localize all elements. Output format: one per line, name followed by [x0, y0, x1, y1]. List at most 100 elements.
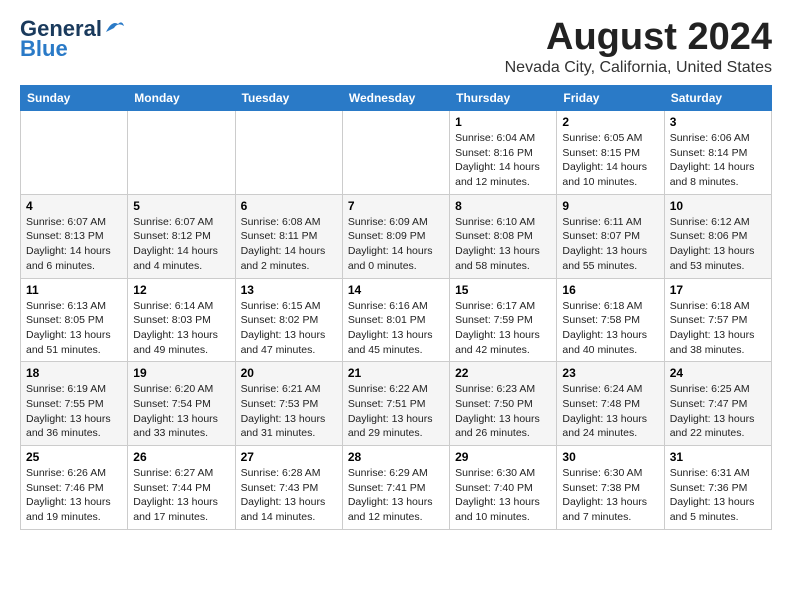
calendar-cell: 29 Sunrise: 6:30 AMSunset: 7:40 PMDayligh…	[450, 446, 557, 530]
day-number: 7	[348, 199, 444, 213]
calendar-cell: 9 Sunrise: 6:11 AMSunset: 8:07 PMDaylight…	[557, 194, 664, 278]
calendar-cell: 25Sunrise: 6:26 AMSunset: 7:46 PMDayligh…	[21, 446, 128, 530]
col-header-friday: Friday	[557, 86, 664, 111]
day-number: 13	[241, 283, 337, 297]
title-area: August 2024 Nevada City, California, Uni…	[505, 16, 772, 77]
calendar-cell: 30Sunrise: 6:30 AMSunset: 7:38 PMDayligh…	[557, 446, 664, 530]
calendar-cell: 5 Sunrise: 6:07 AMSunset: 8:12 PMDaylight…	[128, 194, 235, 278]
calendar-cell: 13 Sunrise: 6:15 AMSunset: 8:02 PMDayligh…	[235, 278, 342, 362]
calendar-cell: 26 Sunrise: 6:27 AMSunset: 7:44 PMDayligh…	[128, 446, 235, 530]
day-info: Sunrise: 6:06 AMSunset: 8:14 PMDaylight:…	[670, 131, 766, 190]
calendar-cell: 31 Sunrise: 6:31 AMSunset: 7:36 PMDayligh…	[664, 446, 771, 530]
calendar-cell: 12 Sunrise: 6:14 AMSunset: 8:03 PMDayligh…	[128, 278, 235, 362]
day-number: 5	[133, 199, 229, 213]
logo: General Blue	[20, 16, 126, 62]
day-number: 23	[562, 366, 658, 380]
col-header-monday: Monday	[128, 86, 235, 111]
calendar-cell: 18 Sunrise: 6:19 AMSunset: 7:55 PMDayligh…	[21, 362, 128, 446]
col-header-saturday: Saturday	[664, 86, 771, 111]
calendar-cell	[128, 111, 235, 195]
day-number: 3	[670, 115, 766, 129]
calendar-cell: 24Sunrise: 6:25 AMSunset: 7:47 PMDayligh…	[664, 362, 771, 446]
day-number: 2	[562, 115, 658, 129]
day-number: 26	[133, 450, 229, 464]
day-number: 25	[26, 450, 122, 464]
page-header: General Blue August 2024 Nevada City, Ca…	[20, 16, 772, 77]
calendar-cell: 10 Sunrise: 6:12 AMSunset: 8:06 PMDayligh…	[664, 194, 771, 278]
day-number: 20	[241, 366, 337, 380]
day-info: Sunrise: 6:27 AMSunset: 7:44 PMDaylight:…	[133, 466, 229, 525]
day-info: Sunrise: 6:12 AMSunset: 8:06 PMDaylight:…	[670, 215, 766, 274]
day-info: Sunrise: 6:21 AMSunset: 7:53 PMDaylight:…	[241, 382, 337, 441]
day-info: Sunrise: 6:25 AMSunset: 7:47 PMDaylight:…	[670, 382, 766, 441]
day-info: Sunrise: 6:07 AMSunset: 8:12 PMDaylight:…	[133, 215, 229, 274]
day-info: Sunrise: 6:11 AMSunset: 8:07 PMDaylight:…	[562, 215, 658, 274]
day-info: Sunrise: 6:28 AMSunset: 7:43 PMDaylight:…	[241, 466, 337, 525]
day-info: Sunrise: 6:18 AMSunset: 7:58 PMDaylight:…	[562, 299, 658, 358]
day-info: Sunrise: 6:22 AMSunset: 7:51 PMDaylight:…	[348, 382, 444, 441]
day-number: 29	[455, 450, 551, 464]
col-header-wednesday: Wednesday	[342, 86, 449, 111]
day-info: Sunrise: 6:08 AMSunset: 8:11 PMDaylight:…	[241, 215, 337, 274]
day-info: Sunrise: 6:09 AMSunset: 8:09 PMDaylight:…	[348, 215, 444, 274]
calendar-cell: 3 Sunrise: 6:06 AMSunset: 8:14 PMDaylight…	[664, 111, 771, 195]
day-number: 8	[455, 199, 551, 213]
calendar-week-row: 1 Sunrise: 6:04 AMSunset: 8:16 PMDaylight…	[21, 111, 772, 195]
calendar-week-row: 25Sunrise: 6:26 AMSunset: 7:46 PMDayligh…	[21, 446, 772, 530]
calendar-cell: 1 Sunrise: 6:04 AMSunset: 8:16 PMDaylight…	[450, 111, 557, 195]
calendar-cell	[235, 111, 342, 195]
day-info: Sunrise: 6:23 AMSunset: 7:50 PMDaylight:…	[455, 382, 551, 441]
col-header-tuesday: Tuesday	[235, 86, 342, 111]
location-title: Nevada City, California, United States	[505, 59, 772, 77]
day-info: Sunrise: 6:16 AMSunset: 8:01 PMDaylight:…	[348, 299, 444, 358]
calendar-cell: 17Sunrise: 6:18 AMSunset: 7:57 PMDayligh…	[664, 278, 771, 362]
day-info: Sunrise: 6:04 AMSunset: 8:16 PMDaylight:…	[455, 131, 551, 190]
calendar-cell: 4 Sunrise: 6:07 AMSunset: 8:13 PMDaylight…	[21, 194, 128, 278]
day-info: Sunrise: 6:24 AMSunset: 7:48 PMDaylight:…	[562, 382, 658, 441]
day-info: Sunrise: 6:20 AMSunset: 7:54 PMDaylight:…	[133, 382, 229, 441]
col-header-sunday: Sunday	[21, 86, 128, 111]
calendar-cell: 22Sunrise: 6:23 AMSunset: 7:50 PMDayligh…	[450, 362, 557, 446]
day-number: 14	[348, 283, 444, 297]
calendar-cell: 28Sunrise: 6:29 AMSunset: 7:41 PMDayligh…	[342, 446, 449, 530]
day-info: Sunrise: 6:14 AMSunset: 8:03 PMDaylight:…	[133, 299, 229, 358]
calendar-cell: 2Sunrise: 6:05 AMSunset: 8:15 PMDaylight…	[557, 111, 664, 195]
day-info: Sunrise: 6:30 AMSunset: 7:38 PMDaylight:…	[562, 466, 658, 525]
calendar-week-row: 11Sunrise: 6:13 AMSunset: 8:05 PMDayligh…	[21, 278, 772, 362]
calendar-header-row: SundayMondayTuesdayWednesdayThursdayFrid…	[21, 86, 772, 111]
day-info: Sunrise: 6:07 AMSunset: 8:13 PMDaylight:…	[26, 215, 122, 274]
month-title: August 2024	[505, 16, 772, 59]
day-info: Sunrise: 6:31 AMSunset: 7:36 PMDaylight:…	[670, 466, 766, 525]
calendar-table: SundayMondayTuesdayWednesdayThursdayFrid…	[20, 85, 772, 530]
day-number: 21	[348, 366, 444, 380]
calendar-cell: 19 Sunrise: 6:20 AMSunset: 7:54 PMDayligh…	[128, 362, 235, 446]
day-number: 4	[26, 199, 122, 213]
calendar-week-row: 18 Sunrise: 6:19 AMSunset: 7:55 PMDayligh…	[21, 362, 772, 446]
calendar-cell	[21, 111, 128, 195]
day-number: 11	[26, 283, 122, 297]
col-header-thursday: Thursday	[450, 86, 557, 111]
calendar-cell: 14 Sunrise: 6:16 AMSunset: 8:01 PMDayligh…	[342, 278, 449, 362]
day-info: Sunrise: 6:15 AMSunset: 8:02 PMDaylight:…	[241, 299, 337, 358]
day-number: 19	[133, 366, 229, 380]
calendar-cell: 11Sunrise: 6:13 AMSunset: 8:05 PMDayligh…	[21, 278, 128, 362]
day-number: 9	[562, 199, 658, 213]
day-number: 1	[455, 115, 551, 129]
bird-icon	[104, 18, 126, 36]
day-info: Sunrise: 6:30 AMSunset: 7:40 PMDaylight:…	[455, 466, 551, 525]
calendar-cell: 21 Sunrise: 6:22 AMSunset: 7:51 PMDayligh…	[342, 362, 449, 446]
calendar-cell: 16 Sunrise: 6:18 AMSunset: 7:58 PMDayligh…	[557, 278, 664, 362]
day-number: 12	[133, 283, 229, 297]
day-number: 17	[670, 283, 766, 297]
calendar-cell: 6 Sunrise: 6:08 AMSunset: 8:11 PMDaylight…	[235, 194, 342, 278]
day-info: Sunrise: 6:10 AMSunset: 8:08 PMDaylight:…	[455, 215, 551, 274]
day-number: 6	[241, 199, 337, 213]
calendar-cell: 23 Sunrise: 6:24 AMSunset: 7:48 PMDayligh…	[557, 362, 664, 446]
day-number: 18	[26, 366, 122, 380]
day-number: 10	[670, 199, 766, 213]
day-info: Sunrise: 6:19 AMSunset: 7:55 PMDaylight:…	[26, 382, 122, 441]
day-number: 16	[562, 283, 658, 297]
day-number: 31	[670, 450, 766, 464]
calendar-cell: 8 Sunrise: 6:10 AMSunset: 8:08 PMDaylight…	[450, 194, 557, 278]
day-number: 28	[348, 450, 444, 464]
